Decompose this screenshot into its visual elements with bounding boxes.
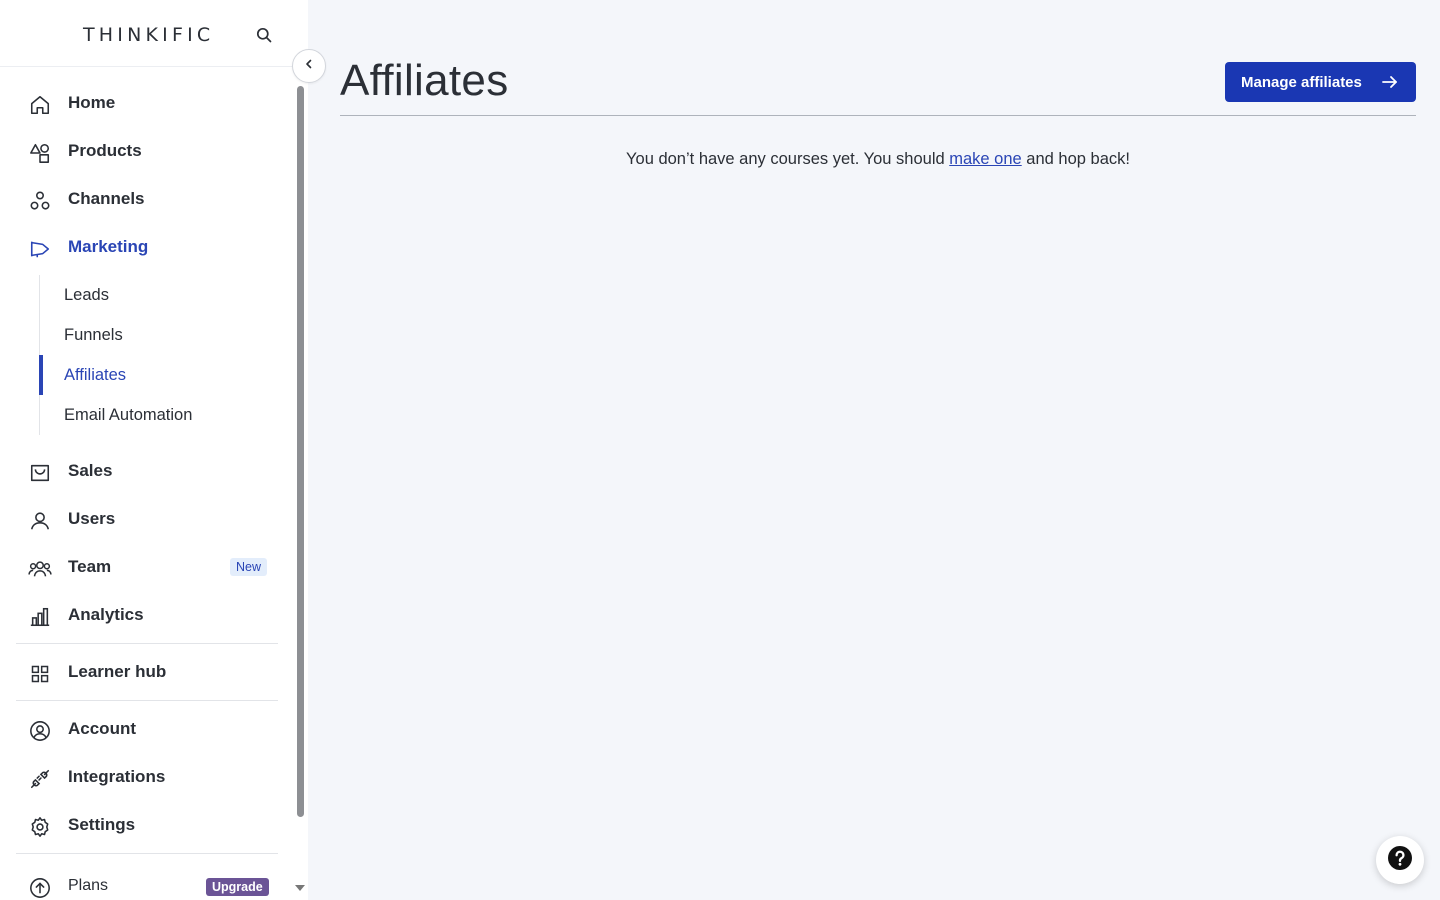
chevron-left-icon (303, 57, 315, 75)
sidebar-item-home[interactable]: Home (16, 83, 278, 123)
sidebar-item-label: Products (68, 141, 142, 160)
team-icon (28, 557, 52, 581)
search-icon[interactable] (255, 26, 273, 44)
sidebar-item-label: Settings (68, 815, 136, 834)
arrow-right-icon (1381, 74, 1399, 94)
brand-logo[interactable]: THINKIFIC (83, 24, 214, 46)
sidebar-item-channels[interactable]: Channels (16, 179, 278, 219)
sidebar-item-label: Channels (68, 189, 145, 208)
user-icon (28, 509, 52, 533)
account-circle-icon (28, 719, 52, 743)
page-title: Affiliates (340, 56, 509, 105)
sidebar-item-sales[interactable]: Sales (16, 451, 278, 491)
sidebar-item-users[interactable]: Users (16, 499, 278, 539)
sidebar-header: THINKIFIC (0, 0, 308, 67)
empty-state-message: You don’t have any courses yet. You shou… (340, 150, 1416, 169)
upgrade-badge[interactable]: Upgrade (206, 878, 269, 896)
sidebar-item-label: Plans (68, 877, 109, 894)
arrow-up-circle-icon (28, 876, 52, 900)
grid-icon (28, 662, 52, 686)
subitem-label: Leads (64, 285, 109, 304)
bar-chart-icon (28, 605, 52, 629)
sidebar-item-plans[interactable]: Plans Upgrade (16, 866, 278, 900)
sidebar-item-analytics[interactable]: Analytics (16, 595, 278, 635)
sales-icon (28, 461, 52, 485)
sidebar-item-label: Sales (68, 461, 113, 480)
shapes-icon (28, 141, 52, 165)
sidebar-item-marketing[interactable]: Marketing (16, 227, 278, 267)
sidebar-item-label: Home (68, 93, 116, 112)
sidebar-item-label: Analytics (68, 605, 144, 624)
subitem-label: Email Automation (64, 405, 193, 424)
sidebar-item-label: Team (68, 557, 112, 576)
sidebar-item-account[interactable]: Account (16, 709, 278, 749)
help-button[interactable] (1376, 836, 1424, 884)
sidebar-item-label: Learner hub (68, 662, 167, 681)
sidebar-subitem-email-automation[interactable]: Email Automation (39, 395, 278, 435)
sidebar-divider (16, 853, 278, 854)
sidebar-divider (16, 700, 278, 701)
sidebar-item-learner-hub[interactable]: Learner hub (16, 652, 278, 692)
plug-icon (28, 767, 52, 791)
gear-icon (28, 815, 52, 839)
home-icon (28, 93, 52, 117)
manage-affiliates-button[interactable]: Manage affiliates (1225, 62, 1416, 102)
sidebar-item-integrations[interactable]: Integrations (16, 757, 278, 797)
sidebar-divider (16, 643, 278, 644)
manage-affiliates-label: Manage affiliates (1241, 73, 1362, 91)
megaphone-icon (28, 237, 52, 261)
sidebar-subitem-funnels[interactable]: Funnels (39, 315, 278, 355)
sidebar-subitem-affiliates[interactable]: Affiliates (39, 355, 278, 395)
sidebar-scrollbar-thumb[interactable] (297, 86, 304, 817)
channels-icon (28, 189, 52, 213)
sidebar: THINKIFIC Home Products Channels Marketi… (0, 0, 308, 900)
empty-message-prefix: You don’t have any courses yet. You shou… (626, 150, 950, 168)
sidebar-item-team[interactable]: Team New (16, 547, 278, 587)
empty-message-suffix: and hop back! (1021, 150, 1130, 168)
sidebar-item-label: Integrations (68, 767, 166, 786)
sidebar-subitem-leads[interactable]: Leads (39, 275, 278, 315)
subitem-label: Funnels (64, 325, 123, 344)
sidebar-item-settings[interactable]: Settings (16, 805, 278, 845)
question-mark-icon (1387, 845, 1413, 876)
title-divider (340, 115, 1416, 116)
sidebar-item-label: Account (68, 719, 136, 738)
sidebar-item-products[interactable]: Products (16, 131, 278, 171)
new-badge: New (230, 558, 268, 576)
scroll-down-arrow-icon[interactable] (295, 885, 305, 891)
subitem-label: Affiliates (64, 365, 127, 384)
sidebar-item-label: Users (68, 509, 116, 528)
sidebar-item-label: Marketing (68, 237, 149, 256)
make-one-link[interactable]: make one (949, 150, 1021, 168)
collapse-sidebar-button[interactable] (292, 49, 326, 83)
